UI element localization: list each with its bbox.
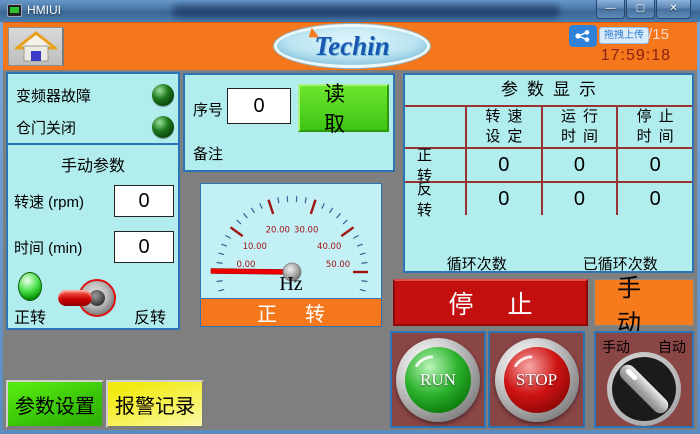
toggle-lever [58, 290, 92, 306]
col-header-speed: 转速 设定 [465, 105, 541, 147]
app-icon [7, 4, 22, 17]
cell-fwd-stoptime: 0 [616, 147, 692, 181]
time-field-row: 时间 (min) 0 [14, 230, 174, 264]
col-header-line: 转速 [478, 107, 529, 127]
stop-mode-button[interactable]: 停止 [393, 279, 588, 326]
minimize-button[interactable]: — [596, 0, 625, 19]
col-header-runtime: 运行 时间 [541, 105, 617, 147]
inverter-fault-label: 变频器故障 [16, 85, 91, 106]
row-label-forward: 正转 [405, 147, 465, 181]
run-button-cap: RUN [405, 347, 471, 413]
alarm-record-button[interactable]: 报警记录 [106, 380, 204, 428]
window-title: HMIUI [27, 3, 61, 17]
time-label: 时间 (min) [14, 237, 82, 258]
panel-divider [8, 143, 178, 145]
col-header-line: 设定 [478, 127, 529, 147]
door-closed-row: 仓门关闭 [16, 115, 174, 139]
rotary-inner [612, 357, 676, 421]
gauge-unit-label: Hz [201, 273, 381, 296]
inverter-fault-indicator [152, 84, 174, 106]
manual-params-title: 手动参数 [8, 152, 178, 176]
param-display-panel: 参数显示 转速 设定 运行 时间 停止 时间 正转 0 0 0 [403, 73, 694, 273]
remark-label: 备注 [193, 143, 223, 164]
svg-text:40.00: 40.00 [317, 242, 341, 252]
speed-input[interactable]: 0 [114, 185, 174, 217]
inverter-fault-row: 变频器故障 [16, 83, 174, 107]
cloud-share-icon[interactable] [569, 25, 597, 47]
stop-button-panel: STOP [488, 331, 585, 428]
status-manual-panel: 变频器故障 仓门关闭 手动参数 转速 (rpm) 0 时间 (min) 0 [6, 72, 180, 330]
run-button-panel: RUN [390, 331, 486, 428]
cell-rev-runtime: 0 [541, 181, 617, 215]
frequency-gauge: 0.00 10.00 20.00 30.00 40.00 50.00 Hz 正转 [200, 183, 382, 327]
svg-text:0.00: 0.00 [237, 260, 256, 270]
brand-logo-text: Techin [314, 31, 390, 62]
col-header-stoptime: 停止 时间 [616, 105, 692, 147]
reverse-label: 反转 [134, 304, 166, 328]
main-content: Techin 拖拽上传 /15 17:59:18 变频器故障 仓门关闭 [3, 22, 697, 430]
col-header-line: 停止 [630, 107, 681, 127]
switch-auto-label: 自动 [658, 337, 686, 357]
window-controls: — ▢ ✕ [595, 0, 691, 19]
stop-button-cap: STOP [504, 347, 570, 413]
cell-rev-stoptime: 0 [616, 181, 692, 215]
app-window: HMIUI — ▢ ✕ Techin [0, 0, 700, 434]
blurred-path-text [172, 5, 560, 18]
run-button[interactable]: RUN [396, 338, 480, 422]
cycle-count-label: 循环次数 [405, 253, 549, 274]
svg-text:20.00: 20.00 [266, 225, 290, 235]
col-header-line: 时间 [630, 127, 681, 147]
svg-text:30.00: 30.00 [294, 225, 318, 235]
switch-manual-label: 手动 [602, 337, 630, 357]
param-settings-button[interactable]: 参数设置 [6, 380, 104, 428]
clock-display: 17:59:18 [601, 47, 671, 65]
door-closed-indicator [152, 116, 174, 138]
direction-toggle-switch[interactable] [58, 278, 116, 318]
title-bar: HMIUI — ▢ ✕ [0, 0, 700, 22]
row-label-reverse: 反转 [405, 181, 465, 215]
header-bar: Techin 拖拽上传 /15 17:59:18 [3, 22, 697, 70]
serial-input[interactable]: 0 [227, 88, 291, 124]
direction-banner: 正转 [201, 298, 381, 326]
maximize-button[interactable]: ▢ [626, 0, 655, 19]
home-icon [15, 31, 57, 63]
cell-rev-speed: 0 [465, 181, 541, 215]
col-header-line: 运行 [554, 107, 605, 127]
close-button[interactable]: ✕ [656, 0, 691, 19]
speed-label: 转速 (rpm) [14, 191, 84, 212]
serial-label: 序号 [193, 99, 223, 120]
home-button[interactable] [8, 27, 64, 66]
record-read-panel: 序号 0 读取 备注 [183, 73, 395, 172]
brand-logo: Techin [274, 24, 430, 68]
svg-text:10.00: 10.00 [243, 242, 267, 252]
manual-mode-button[interactable]: 手动 [594, 279, 694, 326]
forward-run-led [18, 272, 42, 301]
cell-fwd-runtime: 0 [541, 147, 617, 181]
table-corner-cell [405, 105, 465, 147]
door-closed-label: 仓门关闭 [16, 117, 76, 138]
forward-label: 正转 [14, 304, 46, 328]
speed-field-row: 转速 (rpm) 0 [14, 184, 174, 218]
page-indicator: /15 [648, 26, 669, 43]
gauge-dial: 0.00 10.00 20.00 30.00 40.00 50.00 Hz [201, 184, 381, 298]
mode-switch-panel: 手动 自动 [594, 331, 694, 428]
drag-upload-button[interactable]: 拖拽上传 [599, 27, 649, 44]
read-button[interactable]: 读取 [298, 84, 389, 132]
share-glyph [574, 29, 592, 43]
rotary-handle [616, 361, 671, 416]
mode-rotary-switch[interactable] [607, 352, 681, 426]
param-table: 转速 设定 运行 时间 停止 时间 正转 0 0 0 反转 0 0 0 [405, 105, 692, 215]
time-input[interactable]: 0 [114, 231, 174, 263]
param-table-title: 参数显示 [405, 75, 692, 105]
stop-push-button[interactable]: STOP [495, 338, 579, 422]
col-header-line: 时间 [554, 127, 605, 147]
cell-fwd-speed: 0 [465, 147, 541, 181]
svg-text:50.00: 50.00 [326, 260, 350, 270]
